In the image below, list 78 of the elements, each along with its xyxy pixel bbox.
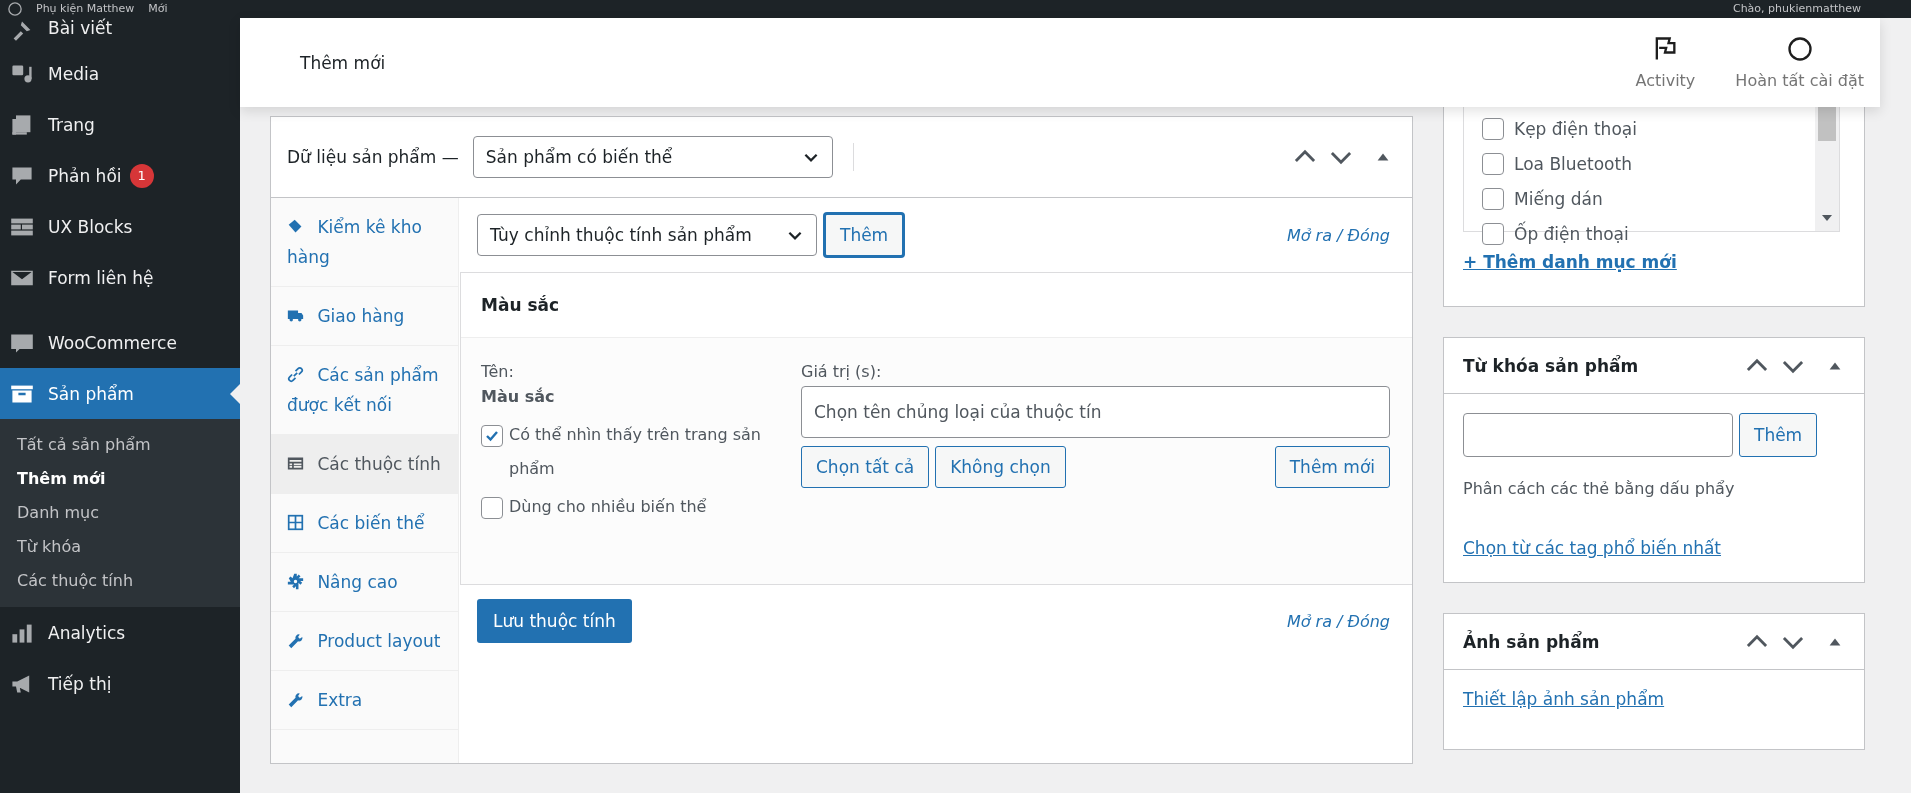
- new-link[interactable]: Mới: [148, 2, 168, 16]
- current-pointer-icon: [230, 384, 240, 404]
- checkbox[interactable]: [1482, 152, 1504, 175]
- category-label: Kẹp điện thoại: [1514, 118, 1637, 139]
- value-button[interactable]: Thêm mới: [1274, 446, 1390, 488]
- sidebar-item[interactable]: Form liên hệ: [0, 252, 240, 303]
- category-label: Loa Bluetooth: [1514, 153, 1632, 174]
- expand-collapse-link[interactable]: Mở ra / Đóng: [1286, 225, 1390, 245]
- add-button[interactable]: Thêm: [824, 213, 905, 257]
- checkbox[interactable]: [1482, 117, 1504, 140]
- sidebar-item[interactable]: Sản phẩm: [0, 368, 240, 419]
- panel-tab[interactable]: Nâng cao: [271, 553, 458, 612]
- name-label: Tên:: [481, 361, 515, 383]
- values-label: Giá trị (s):: [801, 361, 883, 383]
- greeting-link[interactable]: Chào, phukienmatthew: [1732, 2, 1861, 16]
- activity-button[interactable]: Activity: [1635, 35, 1696, 90]
- tags-hint: Phân cách các thẻ bằng dấu phẩy: [1463, 479, 1736, 498]
- panel-tab[interactable]: Kiểm kê kho hàng: [271, 198, 458, 287]
- setup-button[interactable]: Hoàn tất cài đặt: [1735, 35, 1864, 90]
- tag-icon: [287, 218, 304, 235]
- grid-icon: [287, 514, 304, 531]
- value-button[interactable]: Chọn tất cả: [801, 446, 930, 488]
- panel-tab[interactable]: Các thuộc tính: [271, 435, 458, 494]
- truck-icon: [287, 307, 304, 324]
- product-type-select[interactable]: Sản phẩm có biến thể: [472, 136, 833, 178]
- attribute-select[interactable]: Tùy chỉnh thuộc tính sản phẩm: [477, 214, 817, 256]
- category-label: Ốp điện thoại: [1514, 223, 1629, 244]
- expand-collapse-link[interactable]: Mở ra / Đóng: [1286, 611, 1390, 631]
- submenu-item[interactable]: Thêm mới: [0, 461, 240, 495]
- wrench-icon: [287, 632, 304, 649]
- sidebar-item[interactable]: Media: [0, 48, 240, 99]
- popular-tags-link[interactable]: Chọn từ các tag phổ biến nhất: [1463, 538, 1721, 558]
- panel-tab[interactable]: Product layout: [271, 612, 458, 671]
- save-attributes-button[interactable]: Lưu thuộc tính: [477, 599, 632, 643]
- list-icon: [287, 455, 304, 472]
- add-tag-button[interactable]: Thêm: [1739, 413, 1818, 457]
- sidebar-item[interactable]: Trang: [0, 99, 240, 150]
- panel-tab[interactable]: Extra: [271, 671, 458, 730]
- add-category-link[interactable]: + Thêm danh mục mới: [1463, 252, 1677, 272]
- scrollbar[interactable]: [1815, 107, 1839, 231]
- panel-title: Dữ liệu sản phẩm —: [287, 147, 459, 167]
- value-button[interactable]: Không chọn: [935, 446, 1066, 488]
- site-name-link[interactable]: Phụ kiện Matthew: [36, 2, 135, 16]
- sidebar-item[interactable]: Phản hồi 1: [0, 150, 240, 201]
- checkbox[interactable]: [481, 497, 503, 519]
- checkbox-label: Có thể nhìn thấy trên trang sản phẩm: [509, 424, 762, 480]
- set-image-link[interactable]: Thiết lập ảnh sản phẩm: [1463, 689, 1665, 709]
- tag-field[interactable]: [1463, 413, 1733, 457]
- sidebar-item[interactable]: Analytics: [0, 607, 240, 658]
- sidebar-item[interactable]: Bài viết: [0, 18, 240, 48]
- logo-icon[interactable]: [8, 2, 22, 16]
- checkbox[interactable]: [1482, 222, 1504, 245]
- page-title: Thêm mới: [300, 52, 386, 73]
- category-label: Miếng dán: [1514, 188, 1603, 209]
- panel-title: Từ khóa sản phẩm: [1463, 355, 1639, 376]
- submenu-item[interactable]: Tất cả sản phẩm: [0, 427, 240, 461]
- sidebar-item[interactable]: UX Blocks: [0, 201, 240, 252]
- checkbox-label: Dùng cho nhiều biến thể: [509, 496, 707, 518]
- sidebar-item[interactable]: Tiếp thị: [0, 658, 240, 709]
- link-icon: [287, 366, 304, 383]
- attribute-title: Màu sắc: [481, 295, 560, 315]
- values-field[interactable]: Chọn tên chủng loại của thuộc tín: [801, 386, 1390, 438]
- scroll-down-icon[interactable]: [1822, 215, 1832, 221]
- count-badge: 1: [129, 163, 154, 188]
- submenu-item[interactable]: Từ khóa: [0, 529, 240, 563]
- submenu-item[interactable]: Danh mục: [0, 495, 240, 529]
- wrench-icon: [287, 691, 304, 708]
- gear-icon: [287, 573, 304, 590]
- checkbox[interactable]: [481, 425, 503, 447]
- panel-tab[interactable]: Các biến thể: [271, 494, 458, 553]
- sidebar-item[interactable]: WooCommerce: [0, 317, 240, 368]
- submenu-item[interactable]: Các thuộc tính: [0, 563, 240, 597]
- checkbox[interactable]: [1482, 187, 1504, 210]
- attribute-name: Màu sắc: [481, 386, 556, 408]
- panel-tab[interactable]: Giao hàng: [271, 287, 458, 346]
- scrollbar-thumb[interactable]: [1818, 107, 1836, 141]
- panel-title: Ảnh sản phẩm: [1463, 631, 1600, 652]
- circle-icon: [1785, 35, 1814, 63]
